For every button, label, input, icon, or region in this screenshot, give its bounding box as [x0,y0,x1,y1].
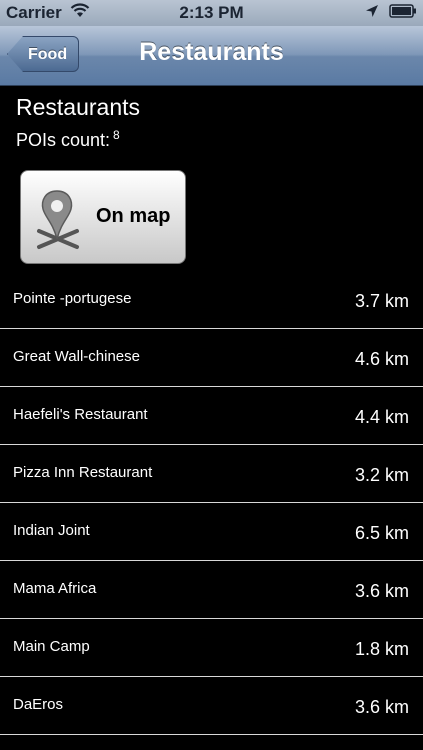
page-title: Restaurants [16,94,141,120]
item-name: Haefeli's Restaurant [13,406,148,423]
status-time: 2:13 PM [179,3,244,22]
status-bar: Carrier 2:13 PM [0,0,423,26]
item-name: Pizza Inn Restaurant [13,464,153,481]
status-right [365,4,417,23]
poi-count-label: POIs count: [16,130,111,150]
list-item[interactable]: Mama Africa 3.6 km [0,561,423,619]
map-pin-icon [29,185,89,260]
item-distance: 6.5 km [354,523,409,543]
item-name: Pointe -portugese [13,290,132,307]
list-item[interactable]: DaEros 3.6 km [0,677,423,735]
navigation-bar: Food Restaurants [0,26,423,86]
poi-count-value: 8 [113,128,120,142]
poi-count-row: POIs count: 8 [16,128,120,151]
item-distance: 4.6 km [354,349,409,369]
list-item[interactable]: Great Wall-chinese 4.6 km [0,329,423,387]
item-name: Mama Africa [13,580,97,597]
item-distance: 4.4 km [354,407,409,427]
item-name: Indian Joint [13,522,90,539]
nav-title: Restaurants [139,38,284,66]
on-map-label: On map [96,205,171,227]
item-distance: 3.2 km [354,465,409,485]
on-map-button[interactable]: On map [20,170,186,264]
battery-icon [389,4,417,23]
list-item[interactable]: Indian Joint 6.5 km [0,503,423,561]
item-distance: 3.6 km [354,581,409,601]
item-distance: 1.8 km [354,639,409,659]
list-item[interactable]: Main Camp 1.8 km [0,619,423,677]
list-item[interactable]: Pointe -portugese 3.7 km [0,271,423,329]
list-item[interactable]: Pizza Inn Restaurant 3.2 km [0,445,423,503]
restaurant-list: Pointe -portugese 3.7 km Great Wall-chin… [0,271,423,735]
item-distance: 3.6 km [354,697,409,717]
item-name: Main Camp [13,638,90,655]
item-name: Great Wall-chinese [13,348,140,365]
list-item[interactable]: Haefeli's Restaurant 4.4 km [0,387,423,445]
location-arrow-icon [365,4,379,23]
item-distance: 3.7 km [354,291,409,311]
item-name: DaEros [13,696,64,713]
